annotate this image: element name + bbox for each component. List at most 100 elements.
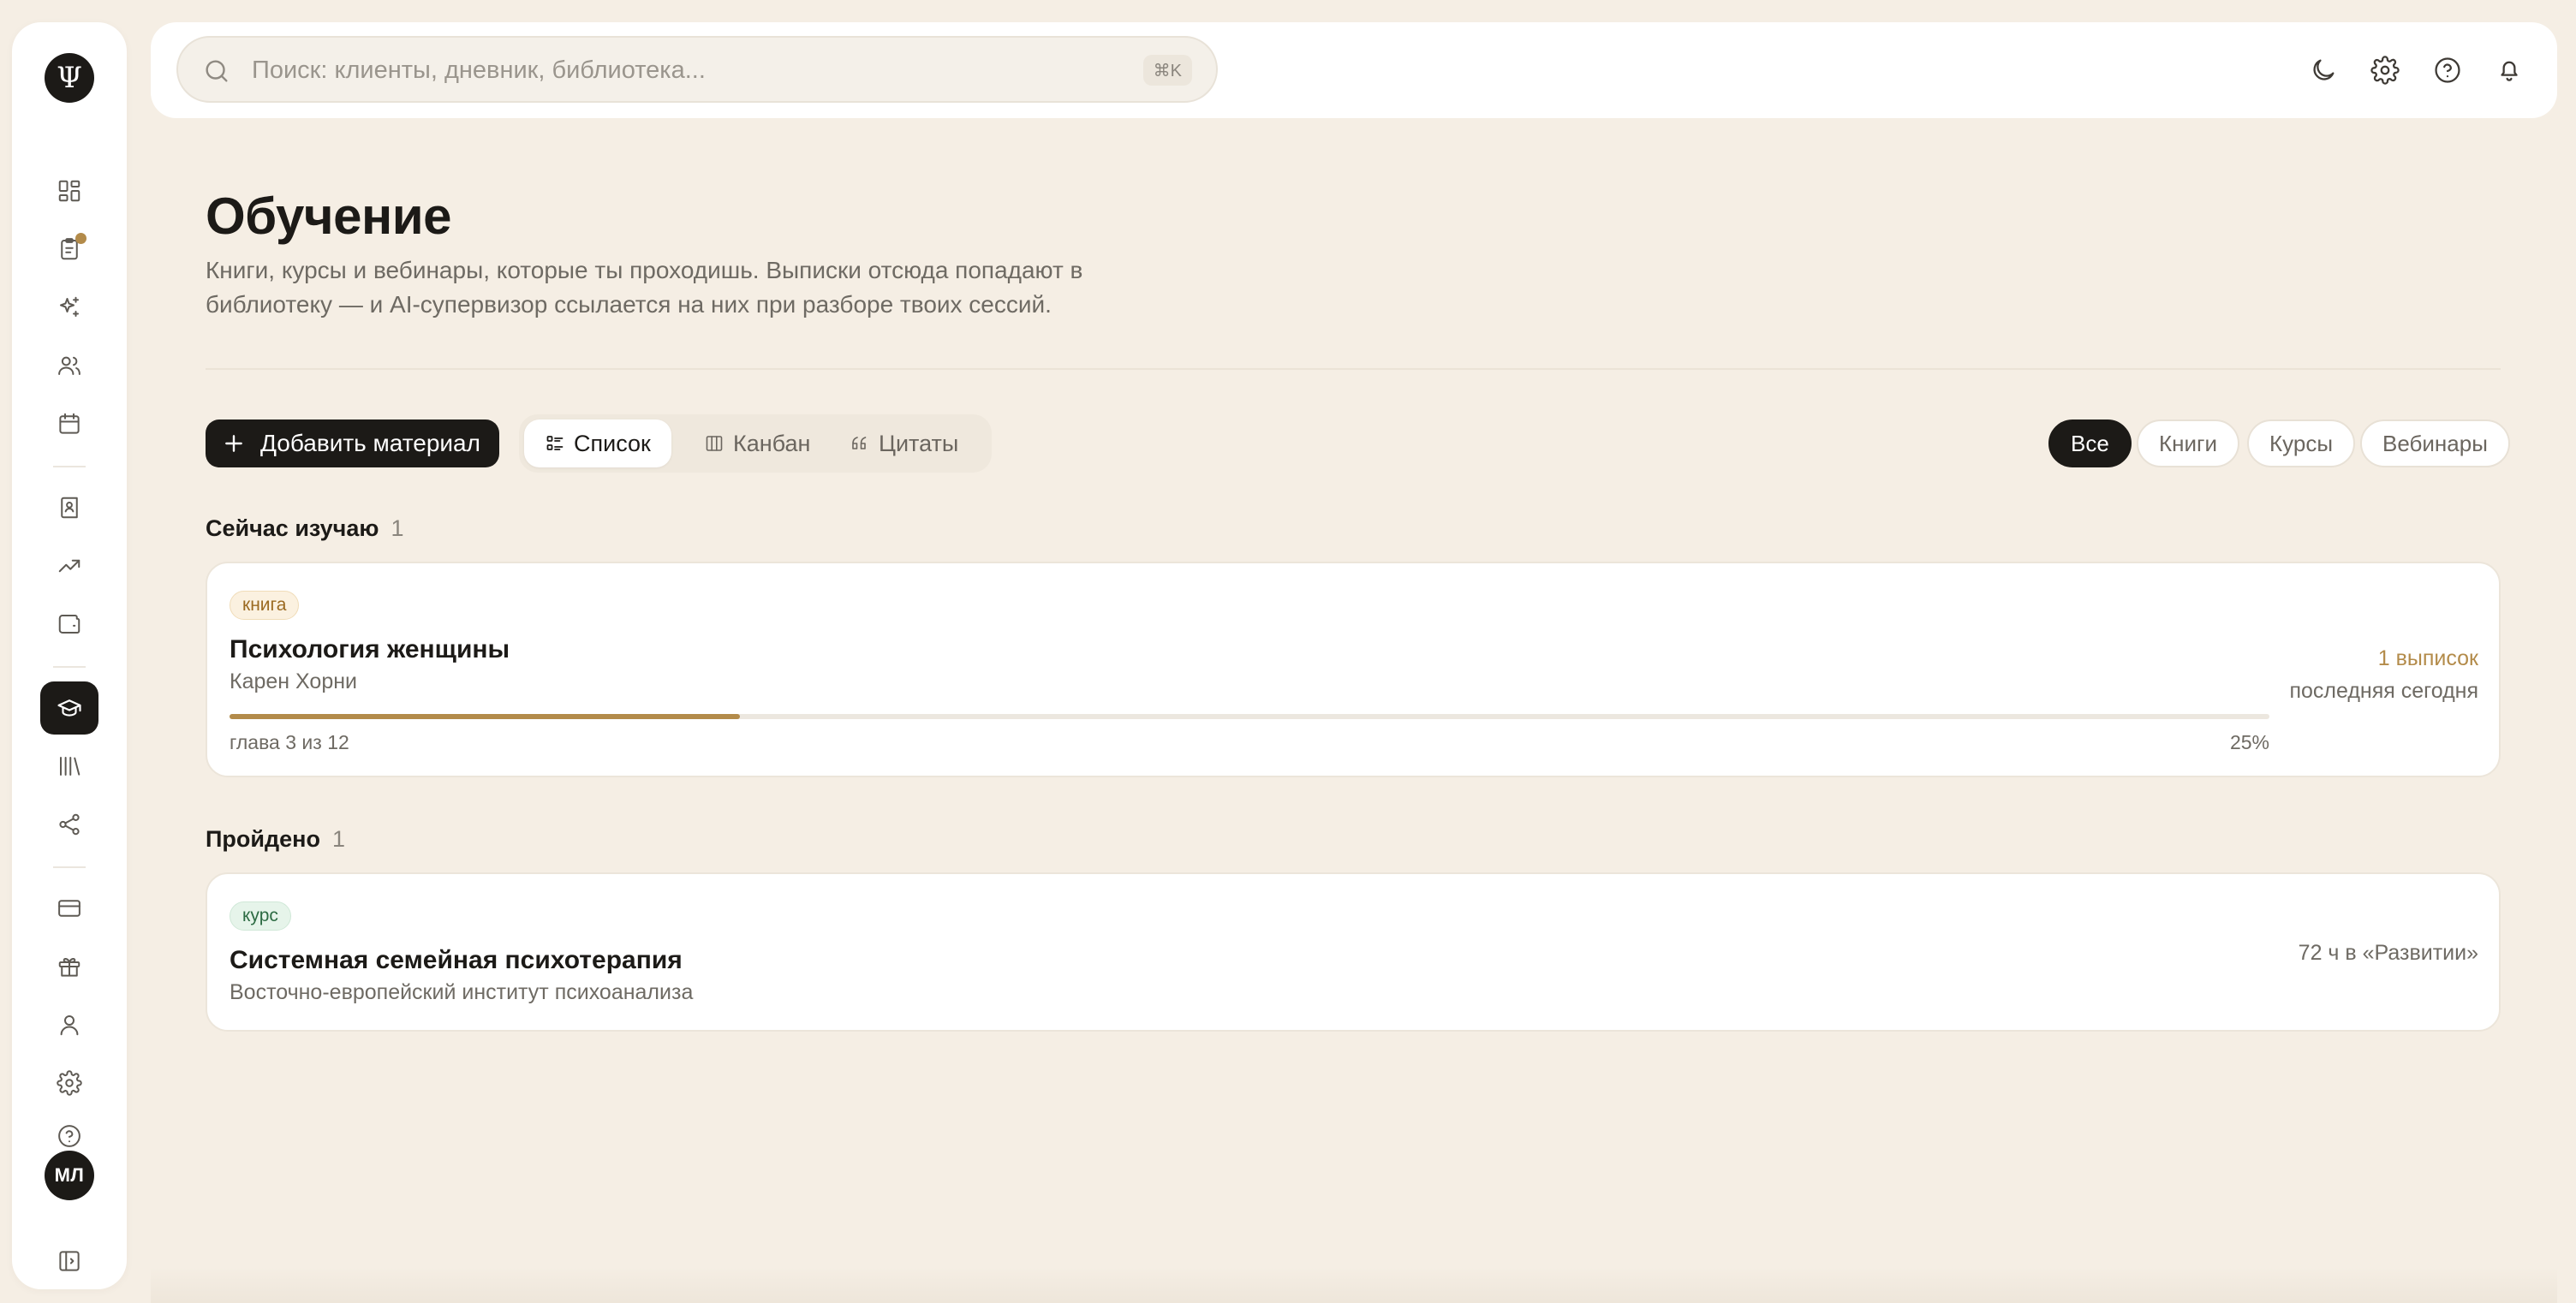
help-button[interactable] bbox=[2424, 47, 2471, 93]
sidebar-item-ai[interactable] bbox=[40, 281, 98, 334]
sidebar-item-learning[interactable] bbox=[40, 681, 98, 735]
share-icon bbox=[59, 813, 80, 836]
sidebar-item-help[interactable] bbox=[40, 1115, 98, 1149]
plus-icon bbox=[225, 435, 242, 452]
section-done-heading: Пройдено 1 bbox=[206, 826, 345, 853]
view-kanban-button[interactable]: Канбан bbox=[683, 419, 831, 467]
sidebar-item-settings[interactable] bbox=[40, 1056, 98, 1110]
search-box[interactable]: ⌘K bbox=[176, 36, 1218, 103]
sidebar-item-finance[interactable] bbox=[40, 598, 98, 651]
filter-courses-label: Курсы bbox=[2269, 430, 2334, 456]
sidebar-divider bbox=[53, 666, 86, 668]
search-shortcut-badge: ⌘K bbox=[1142, 55, 1192, 86]
graduation-cap-icon bbox=[57, 699, 81, 717]
view-switcher: Список Канбан Цитаты bbox=[519, 414, 992, 473]
sidebar-item-journal[interactable] bbox=[40, 223, 98, 276]
view-quotes-button[interactable]: Цитаты bbox=[829, 419, 979, 467]
moon-icon bbox=[2313, 59, 2334, 80]
filter-books-label: Книги bbox=[2159, 430, 2218, 456]
panel-toggle-icon bbox=[59, 1251, 80, 1271]
filter-courses-chip[interactable]: Курсы bbox=[2247, 419, 2356, 467]
sidebar-item-gifts[interactable] bbox=[40, 940, 98, 993]
sidebar-item-dashboard[interactable] bbox=[40, 164, 98, 217]
type-tag-course: курс bbox=[230, 901, 291, 931]
gear-icon bbox=[2370, 56, 2400, 85]
bell-icon bbox=[2501, 61, 2518, 81]
sidebar-item-clients[interactable] bbox=[40, 339, 98, 392]
page-subtitle: Книги, курсы и вебинары, которые ты прох… bbox=[206, 257, 1083, 318]
material-author: Восточно-европейский институт психоанали… bbox=[230, 980, 694, 1004]
wallet-icon bbox=[58, 615, 80, 634]
list-icon bbox=[546, 436, 564, 450]
credit-card-icon bbox=[58, 900, 80, 917]
calendar-icon bbox=[59, 413, 80, 434]
sidebar: Ψ МЛ bbox=[12, 22, 127, 1289]
material-card-current[interactable]: книга Психология женщины Карен Хорни гла… bbox=[206, 562, 2501, 777]
filter-webinars-label: Вебинары bbox=[2382, 430, 2488, 456]
sidebar-divider bbox=[53, 466, 86, 467]
notifications-button[interactable] bbox=[2486, 47, 2532, 93]
view-kanban-label: Канбан bbox=[733, 430, 811, 456]
add-material-button[interactable]: Добавить материал bbox=[206, 419, 499, 467]
view-list-label: Список bbox=[574, 430, 651, 456]
app-logo[interactable]: Ψ bbox=[45, 53, 94, 103]
library-icon bbox=[60, 757, 80, 776]
theme-toggle-button[interactable] bbox=[2300, 47, 2346, 93]
sidebar-item-network[interactable] bbox=[40, 798, 98, 851]
search-icon bbox=[202, 57, 231, 90]
trending-up-icon bbox=[58, 559, 80, 573]
gear-icon bbox=[57, 1070, 82, 1096]
sidebar-item-calendar[interactable] bbox=[40, 397, 98, 450]
users-icon bbox=[58, 356, 80, 375]
help-icon bbox=[58, 1125, 80, 1147]
material-author: Карен Хорни bbox=[230, 669, 357, 693]
filter-all-chip[interactable]: Все bbox=[2048, 419, 2132, 467]
extracts-count[interactable]: 1 выписок bbox=[2289, 642, 2478, 675]
help-icon bbox=[2435, 57, 2460, 83]
book-user-icon bbox=[61, 497, 78, 519]
extracts-info: 1 выписок последняя сегодня bbox=[2289, 642, 2478, 707]
progress-chapter-text: глава 3 из 12 bbox=[230, 731, 349, 753]
avatar[interactable]: МЛ bbox=[45, 1151, 94, 1200]
settings-button[interactable] bbox=[2362, 47, 2408, 93]
course-hours: 72 ч в «Развитии» bbox=[2298, 941, 2478, 965]
section-current-count: 1 bbox=[391, 515, 404, 541]
header-divider bbox=[206, 368, 2501, 370]
sparkles-icon bbox=[60, 296, 79, 317]
type-tag-book: книга bbox=[230, 591, 300, 620]
section-current-title: Сейчас изучаю bbox=[206, 515, 379, 541]
sidebar-item-profile[interactable] bbox=[40, 998, 98, 1051]
view-list-button[interactable]: Список bbox=[524, 419, 671, 467]
extracts-last: последняя сегодня bbox=[2289, 679, 2478, 703]
filter-webinars-chip[interactable]: Вебинары bbox=[2360, 419, 2510, 467]
material-card-done[interactable]: курс Системная семейная психотерапия Вос… bbox=[206, 872, 2501, 1032]
gift-icon bbox=[58, 958, 80, 977]
sidebar-divider bbox=[53, 866, 86, 868]
sidebar-item-library[interactable] bbox=[40, 740, 98, 793]
kanban-icon bbox=[706, 436, 723, 451]
material-title: Психология женщины bbox=[230, 635, 510, 663]
quote-icon bbox=[852, 437, 867, 449]
material-title: Системная семейная психотерапия bbox=[230, 946, 683, 974]
section-done-title: Пройдено bbox=[206, 826, 320, 852]
filter-books-chip[interactable]: Книги bbox=[2137, 419, 2240, 467]
sidebar-collapse-button[interactable] bbox=[40, 1235, 98, 1288]
top-bar: ⌘K bbox=[151, 22, 2557, 118]
sidebar-item-billing[interactable] bbox=[40, 882, 98, 935]
sidebar-item-analytics[interactable] bbox=[40, 539, 98, 592]
user-icon bbox=[60, 1015, 79, 1036]
section-current-heading: Сейчас изучаю 1 bbox=[206, 515, 403, 542]
section-done-count: 1 bbox=[331, 826, 345, 852]
sidebar-item-notes[interactable] bbox=[40, 481, 98, 534]
search-input[interactable] bbox=[252, 50, 1108, 91]
page-title: Обучение bbox=[206, 187, 452, 245]
progress-bar-fill bbox=[230, 714, 740, 719]
progress-bar bbox=[230, 714, 2269, 719]
bottom-fade bbox=[151, 1267, 2557, 1303]
progress-percent: 25% bbox=[2229, 731, 2269, 753]
view-quotes-label: Цитаты bbox=[879, 430, 959, 456]
notification-dot bbox=[75, 233, 86, 244]
dashboard-icon bbox=[58, 180, 80, 202]
add-material-label: Добавить материал bbox=[260, 430, 480, 456]
filter-all-label: Все bbox=[2071, 430, 2109, 456]
